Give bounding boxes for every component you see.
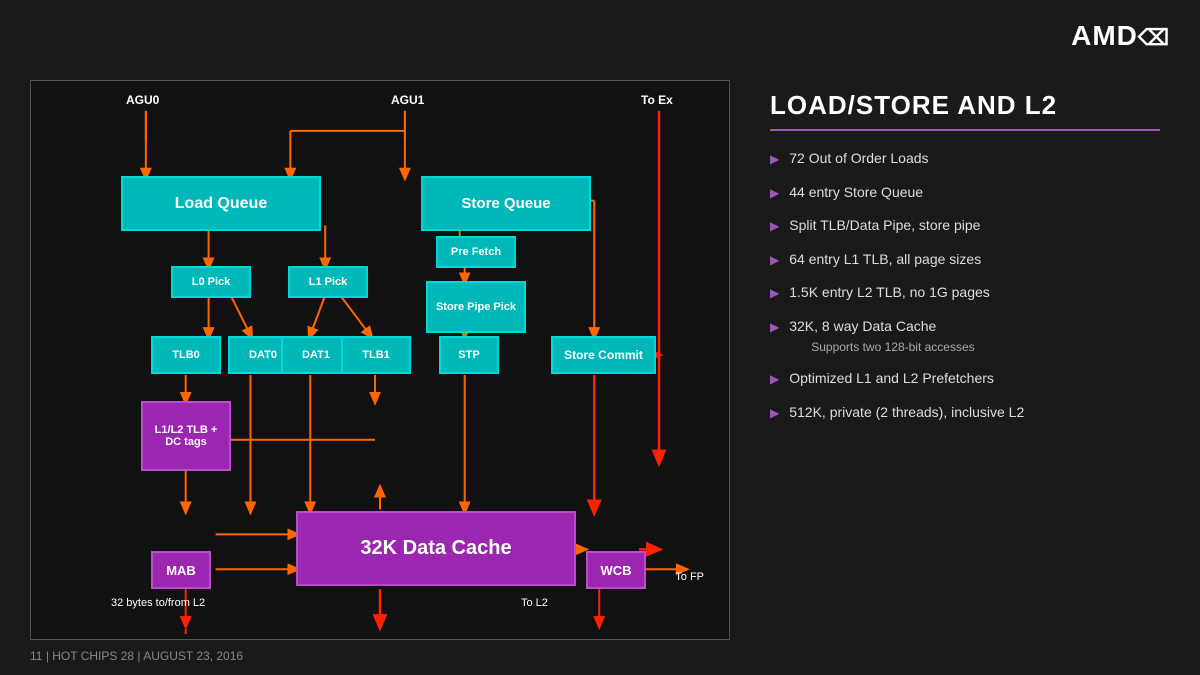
tlb1-box: TLB1 [341,336,411,374]
bullet-2: ▶ [770,218,779,235]
list-text-5: 32K, 8 way Data Cache Supports two 128-b… [789,317,974,355]
data-cache-box: 32K Data Cache [296,511,576,586]
list-item-6: ▶ Optimized L1 and L2 Prefetchers [770,369,1160,389]
store-commit-box: Store Commit [551,336,656,374]
list-text-4: 1.5K entry L2 TLB, no 1G pages [789,283,990,303]
list-text-0: 72 Out of Order Loads [789,149,928,169]
list-item-1: ▶ 44 entry Store Queue [770,183,1160,203]
bytes-l2-label: 32 bytes to/from L2 [111,597,205,609]
pre-fetch-box: Pre Fetch [436,236,516,268]
to-fp-label: To FP [675,571,704,583]
stp-box: STP [439,336,499,374]
list-text-2: Split TLB/Data Pipe, store pipe [789,216,980,236]
bullet-6: ▶ [770,371,779,388]
bullet-4: ▶ [770,285,779,302]
wcb-box: WCB [586,551,646,589]
footer-page: 11 [30,649,42,663]
to-ex-label: To Ex [641,93,673,107]
to-l2-label: To L2 [521,597,548,609]
list-text-6: Optimized L1 and L2 Prefetchers [789,369,994,389]
agu0-label: AGU0 [126,93,159,107]
list-item-3: ▶ 64 entry L1 TLB, all page sizes [770,250,1160,270]
list-text-7: 512K, private (2 threads), inclusive L2 [789,403,1024,423]
bullet-3: ▶ [770,252,779,269]
store-pipe-pick-box: Store Pipe Pick [426,281,526,333]
l1-pick-box: L1 Pick [288,266,368,298]
info-area: LOAD/STORE AND L2 ▶ 72 Out of Order Load… [750,80,1180,447]
list-text-1: 44 entry Store Queue [789,183,923,203]
list-item-7: ▶ 512K, private (2 threads), inclusive L… [770,403,1160,423]
diagram-area: AGU0 AGU1 To Ex Load Queue Store Queue L… [30,80,730,640]
list-item-5: ▶ 32K, 8 way Data Cache Supports two 128… [770,317,1160,355]
tlb0-box: TLB0 [151,336,221,374]
footer: 11 | HOT CHIPS 28 | AUGUST 23, 2016 [30,649,243,663]
list-item-0: ▶ 72 Out of Order Loads [770,149,1160,169]
footer-date: AUGUST 23, 2016 [143,649,243,663]
bullet-0: ▶ [770,151,779,168]
bullet-5: ▶ [770,319,779,336]
info-list: ▶ 72 Out of Order Loads ▶ 44 entry Store… [770,149,1160,423]
info-title: LOAD/STORE AND L2 [770,90,1160,131]
load-queue-box: Load Queue [121,176,321,231]
footer-event: HOT CHIPS 28 [52,649,134,663]
list-text-3: 64 entry L1 TLB, all page sizes [789,250,981,270]
bullet-1: ▶ [770,185,779,202]
list-item-2: ▶ Split TLB/Data Pipe, store pipe [770,216,1160,236]
l0-pick-box: L0 Pick [171,266,251,298]
agu1-label: AGU1 [391,93,424,107]
list-item-4: ▶ 1.5K entry L2 TLB, no 1G pages [770,283,1160,303]
mab-box: MAB [151,551,211,589]
store-queue-box: Store Queue [421,176,591,231]
bullet-7: ▶ [770,405,779,422]
l1l2-tlb-box: L1/L2 TLB + DC tags [141,401,231,471]
amd-logo: AMD⌫ [1071,20,1170,52]
